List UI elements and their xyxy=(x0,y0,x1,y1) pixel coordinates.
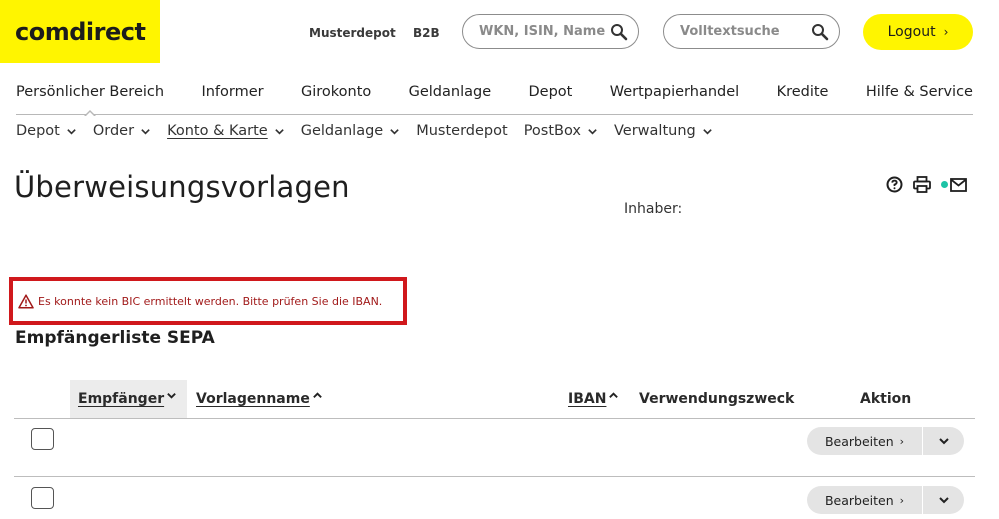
column-iban[interactable]: IBAN xyxy=(568,380,619,418)
edit-button[interactable]: Bearbeiten › xyxy=(807,427,922,455)
wkn-search-box xyxy=(462,14,639,49)
chevron-down-icon xyxy=(702,128,712,135)
main-navigation: Persönlicher Bereich Informer Girokonto … xyxy=(16,83,973,117)
subnav-depot[interactable]: Depot xyxy=(16,123,77,139)
sort-asc-icon xyxy=(609,391,619,398)
error-message-text: Es konnte kein BIC ermittelt werden. Bit… xyxy=(38,294,383,308)
nav-girokonto[interactable]: Girokonto xyxy=(301,83,371,115)
subnav-konto-karte[interactable]: Konto & Karte xyxy=(167,123,285,139)
musterdepot-link[interactable]: Musterdepot xyxy=(309,26,396,40)
logo-text: comdirect xyxy=(15,17,146,46)
subnav-postbox-label: PostBox xyxy=(523,123,581,139)
chevron-down-icon xyxy=(588,128,597,135)
nav-geldanlage[interactable]: Geldanlage xyxy=(409,83,492,115)
chevron-down-icon xyxy=(938,438,949,445)
column-verwendungszweck: Verwendungszweck xyxy=(639,391,795,407)
page-tools xyxy=(886,176,967,193)
comdirect-logo[interactable]: comdirect xyxy=(0,0,160,63)
subnav-konto-karte-label: Konto & Karte xyxy=(167,123,268,139)
print-icon[interactable] xyxy=(913,176,931,193)
edit-button[interactable]: Bearbeiten › xyxy=(807,486,922,514)
column-vorlagenname-label: Vorlagenname xyxy=(196,391,310,407)
section-title: Empfängerliste SEPA xyxy=(15,328,215,348)
search-icon[interactable] xyxy=(610,23,628,41)
subnav-depot-label: Depot xyxy=(16,123,60,139)
sub-navigation: Depot Order Konto & Karte Geldanlage Mus… xyxy=(16,123,729,139)
chevron-right-icon: › xyxy=(899,493,905,507)
subnav-order-label: Order xyxy=(92,123,135,139)
chevron-down-icon xyxy=(274,128,284,135)
column-aktion: Aktion xyxy=(860,391,912,407)
chevron-down-icon xyxy=(67,128,76,135)
subnav-musterdepot[interactable]: Musterdepot xyxy=(416,123,507,139)
chevron-right-icon: › xyxy=(943,25,949,39)
column-empfaenger[interactable]: Empfänger xyxy=(70,380,187,418)
wkn-search-input[interactable] xyxy=(479,24,610,39)
subnav-geldanlage-label: Geldanlage xyxy=(300,123,384,139)
column-iban-label: IBAN xyxy=(568,391,607,407)
nav-kredite[interactable]: Kredite xyxy=(777,83,829,115)
row-actions-dropdown-button[interactable] xyxy=(923,427,964,455)
table-header: Empfänger Vorlagenname IBAN Verwendungsz… xyxy=(14,380,975,419)
subnav-verwaltung[interactable]: Verwaltung xyxy=(614,123,713,139)
column-empfaenger-label: Empfänger xyxy=(78,391,165,407)
subnav-geldanlage[interactable]: Geldanlage xyxy=(301,123,401,139)
fulltext-search-box xyxy=(663,14,840,49)
mail-icon[interactable] xyxy=(950,177,967,192)
chevron-down-icon xyxy=(390,128,399,135)
row-actions-dropdown-button[interactable] xyxy=(923,486,964,514)
sort-asc-icon xyxy=(313,391,322,398)
chevron-down-icon xyxy=(141,128,150,135)
nav-depot[interactable]: Depot xyxy=(529,83,573,115)
row-checkbox[interactable] xyxy=(31,487,54,509)
sort-desc-icon xyxy=(167,392,176,399)
nav-hilfe-service[interactable]: Hilfe & Service xyxy=(866,83,973,115)
table-row: Bearbeiten › xyxy=(14,478,975,519)
b2b-link[interactable]: B2B xyxy=(413,26,440,40)
edit-button-label: Bearbeiten xyxy=(824,492,894,508)
chevron-down-icon xyxy=(938,497,949,504)
fulltext-search-input[interactable] xyxy=(680,24,811,39)
search-icon[interactable] xyxy=(811,23,829,41)
column-vorlagenname[interactable]: Vorlagenname xyxy=(196,380,323,418)
logout-button[interactable]: Logout › xyxy=(863,14,973,50)
nav-informer[interactable]: Informer xyxy=(201,83,263,115)
error-message-box: Es konnte kein BIC ermittelt werden. Bit… xyxy=(9,277,407,325)
subnav-musterdepot-label: Musterdepot xyxy=(416,123,508,139)
subnav-order[interactable]: Order xyxy=(93,123,151,139)
logout-label: Logout xyxy=(887,24,936,40)
status-dot xyxy=(941,181,948,188)
nav-wertpapierhandel[interactable]: Wertpapierhandel xyxy=(610,83,739,115)
help-icon[interactable] xyxy=(886,176,903,193)
subnav-verwaltung-label: Verwaltung xyxy=(614,123,696,139)
subnav-postbox[interactable]: PostBox xyxy=(524,123,598,139)
nav-persoenlicher-bereich[interactable]: Persönlicher Bereich xyxy=(16,83,164,117)
row-checkbox[interactable] xyxy=(31,428,54,450)
warning-icon xyxy=(18,293,34,309)
page-title: Überweisungsvorlagen xyxy=(14,170,350,204)
edit-button-label: Bearbeiten xyxy=(824,433,894,449)
owner-label: Inhaber: xyxy=(624,201,683,217)
chevron-right-icon: › xyxy=(899,434,905,448)
table-row: Bearbeiten › xyxy=(14,419,975,477)
